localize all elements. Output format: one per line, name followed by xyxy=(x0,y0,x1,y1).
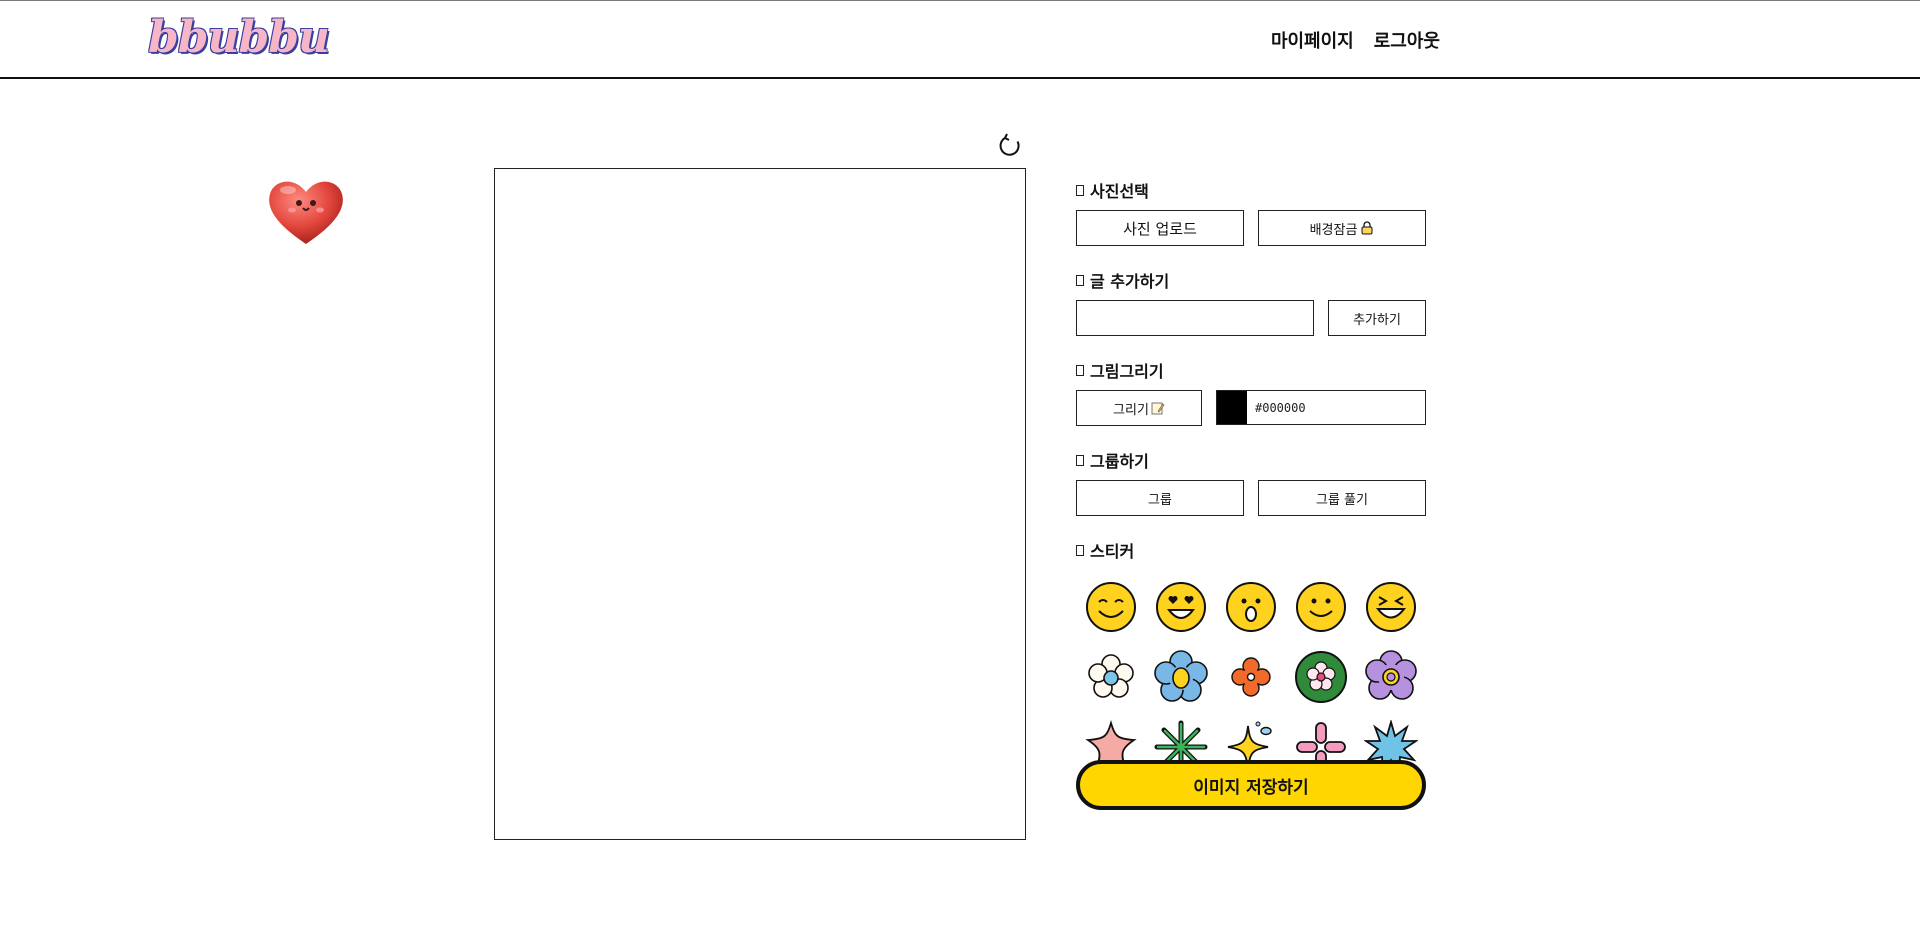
color-hex-value[interactable]: #000000 xyxy=(1255,401,1306,415)
green-circle-flower-sticker[interactable] xyxy=(1286,642,1356,712)
box-icon xyxy=(1076,454,1084,466)
text-row: 추가하기 xyxy=(1076,300,1426,336)
background-lock-label: 배경잠금 xyxy=(1309,222,1358,238)
sticker-grid xyxy=(1076,572,1426,782)
memo-pencil-icon xyxy=(1151,402,1165,415)
laughing-face-sticker[interactable] xyxy=(1356,572,1426,642)
simple-smile-face-sticker[interactable] xyxy=(1286,572,1356,642)
top-nav: 마이페이지 로그아웃 xyxy=(1271,27,1440,53)
logo[interactable]: bbubbu xyxy=(148,11,330,65)
draw-row: 그리기 #000000 xyxy=(1076,390,1426,426)
group-section-title: 그룹하기 xyxy=(1076,448,1426,472)
blue-flower-sticker[interactable] xyxy=(1146,642,1216,712)
mypage-link[interactable]: 마이페이지 xyxy=(1271,27,1354,53)
refresh-icon[interactable] xyxy=(997,133,1023,159)
ungroup-button[interactable]: 그룹 풀기 xyxy=(1258,480,1426,516)
draw-button[interactable]: 그리기 xyxy=(1076,390,1202,426)
draw-section-title: 그림그리기 xyxy=(1076,358,1426,382)
photo-row: 사진 업로드 배경잠금 xyxy=(1076,210,1426,246)
logout-link[interactable]: 로그아웃 xyxy=(1374,27,1440,53)
editor-canvas[interactable] xyxy=(494,168,1026,840)
heart-mascot-icon xyxy=(269,181,343,244)
group-row: 그룹 그룹 풀기 xyxy=(1076,480,1426,516)
smile-face-sticker[interactable] xyxy=(1076,572,1146,642)
heart-eyes-face-sticker[interactable] xyxy=(1146,572,1216,642)
surprised-face-sticker[interactable] xyxy=(1216,572,1286,642)
text-input[interactable] xyxy=(1076,300,1314,336)
purple-flower-sticker[interactable] xyxy=(1356,642,1426,712)
sticker-section-title: 스티커 xyxy=(1076,538,1426,562)
box-icon xyxy=(1076,184,1084,196)
site-header: bbubbu 마이페이지 로그아웃 xyxy=(0,1,1920,79)
box-icon xyxy=(1076,544,1084,556)
group-button[interactable]: 그룹 xyxy=(1076,480,1244,516)
text-section-title: 글 추가하기 xyxy=(1076,268,1426,292)
white-flower-sticker[interactable] xyxy=(1076,642,1146,712)
box-icon xyxy=(1076,364,1084,376)
draw-label: 그리기 xyxy=(1113,402,1149,418)
lock-icon xyxy=(1361,221,1373,235)
orange-flower-sticker[interactable] xyxy=(1216,642,1286,712)
color-swatch[interactable] xyxy=(1217,391,1247,424)
photo-upload-button[interactable]: 사진 업로드 xyxy=(1076,210,1244,246)
box-icon xyxy=(1076,274,1084,286)
save-image-button[interactable]: 이미지 저장하기 xyxy=(1076,760,1426,810)
color-picker[interactable]: #000000 xyxy=(1216,390,1426,425)
tool-panel: 사진선택 사진 업로드 배경잠금 글 추가하기 추가하기 그림그리기 그리기 #… xyxy=(1076,178,1426,810)
add-text-button[interactable]: 추가하기 xyxy=(1328,300,1426,336)
photo-section-title: 사진선택 xyxy=(1076,178,1426,202)
background-lock-button[interactable]: 배경잠금 xyxy=(1258,210,1426,246)
